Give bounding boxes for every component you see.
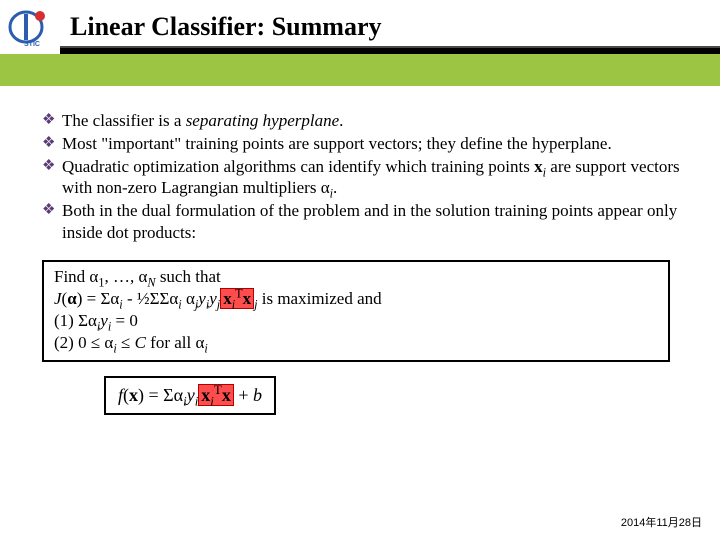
t: ≤ [117, 333, 135, 352]
bullet-1: ❖ The classifier is a separating hyperpl… [42, 110, 688, 132]
t: i [204, 341, 207, 355]
bullet-2: ❖ Most "important" training points are s… [42, 133, 688, 155]
bullet-2-text: Most "important" training points are sup… [62, 133, 688, 155]
t: such that [156, 267, 221, 286]
t: (2) 0 ≤ α [54, 333, 113, 352]
line-2: J(α) = Σαi - ½ΣΣαi αjyiyjxiTxj is maximi… [54, 288, 658, 310]
t: Quadratic optimization algorithms can id… [62, 157, 534, 176]
t: α [67, 289, 77, 308]
title-underline [60, 46, 720, 54]
diamond-bullet-icon: ❖ [42, 110, 62, 132]
t: y [100, 311, 108, 330]
t: . [339, 111, 343, 130]
t: T [235, 286, 242, 300]
t: , …, α [104, 267, 147, 286]
slide-body: ❖ The classifier is a separating hyperpl… [0, 86, 720, 415]
formula-box-decision: f(x) = ΣαiyixiTx + b [104, 376, 276, 415]
slide-header: STIC Linear Classifier: Summary [0, 0, 720, 86]
t: x [201, 385, 210, 405]
t: y [198, 289, 206, 308]
svg-text:STIC: STIC [24, 41, 40, 47]
t: x [129, 385, 138, 405]
t: + [234, 385, 253, 405]
line-3: (1) Σαiyi = 0 [54, 310, 658, 332]
diamond-bullet-icon: ❖ [42, 156, 62, 200]
t: C [135, 333, 146, 352]
bullet-1-text: The classifier is a separating hyperplan… [62, 110, 688, 132]
t: N [147, 275, 155, 289]
t: = 0 [111, 311, 138, 330]
t: for all α [146, 333, 204, 352]
t: separating hyperplane [186, 111, 339, 130]
t: (1) Σα [54, 311, 97, 330]
t: x [222, 385, 231, 405]
highlight-dot-product: xiTx [198, 384, 234, 406]
t: α [182, 289, 195, 308]
t: x [223, 289, 232, 308]
t: x [534, 157, 543, 176]
line-4: (2) 0 ≤ αi ≤ C for all αi [54, 332, 658, 354]
title-row: STIC Linear Classifier: Summary [0, 0, 720, 48]
t: J [54, 289, 62, 308]
bullet-3: ❖ Quadratic optimization algorithms can … [42, 156, 688, 200]
t: Find α [54, 267, 98, 286]
t: ) = Σα [138, 385, 183, 405]
bullet-3-text: Quadratic optimization algorithms can id… [62, 156, 688, 200]
t: y [209, 289, 217, 308]
green-banner [0, 54, 720, 86]
footer-date: 2014年11月28日 [621, 514, 702, 530]
slide-title: Linear Classifier: Summary [70, 12, 382, 42]
t: is maximized and [257, 289, 381, 308]
t: y [187, 385, 195, 405]
t: - ½ΣΣα [123, 289, 179, 308]
t: . [333, 178, 337, 197]
bullet-4-text: Both in the dual formulation of the prob… [62, 200, 688, 244]
istic-logo-icon: STIC [6, 7, 60, 47]
t: ) = Σα [77, 289, 120, 308]
t: b [253, 385, 262, 405]
bullet-4: ❖ Both in the dual formulation of the pr… [42, 200, 688, 244]
highlight-dot-product: xiTx [220, 288, 254, 309]
diamond-bullet-icon: ❖ [42, 133, 62, 155]
t: The classifier is a [62, 111, 186, 130]
diamond-bullet-icon: ❖ [42, 200, 62, 244]
t: x [243, 289, 252, 308]
t: T [214, 382, 222, 397]
formula-box-dual: Find α1, …, αN such that J(α) = Σαi - ½Σ… [42, 260, 670, 362]
line-1: Find α1, …, αN such that [54, 266, 658, 288]
